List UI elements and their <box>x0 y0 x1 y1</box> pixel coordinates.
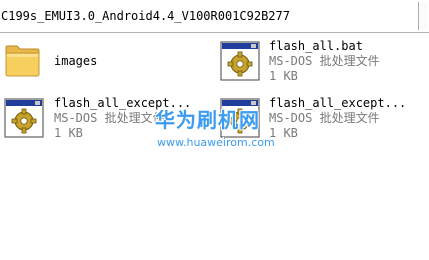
file-name: flash_all.bat <box>269 39 363 53</box>
batch-file-gear-icon <box>4 98 44 138</box>
batch-file-gear-icon <box>220 41 260 81</box>
file-name: flash_all_except... <box>54 96 192 110</box>
file-name: flash_all_except... <box>269 96 407 110</box>
file-type: MS-DOS 批处理文件 <box>269 54 380 68</box>
folder-icon <box>4 42 41 79</box>
file-item-images[interactable]: images <box>0 36 210 86</box>
file-item-flash-except-1[interactable]: flash_all_except... MS-DOS 批处理文件 1 KB <box>0 93 216 143</box>
address-bar[interactable]: C199s_EMUI3.0_Android4.4_V100R001C92B277 <box>0 0 429 33</box>
file-name: images <box>54 54 98 68</box>
file-size: 1 KB <box>269 126 298 140</box>
file-type: MS-DOS 批处理文件 <box>269 111 380 125</box>
batch-file-gear-icon <box>220 98 260 138</box>
file-item-flash-all[interactable]: flash_all.bat MS-DOS 批处理文件 1 KB <box>216 36 429 86</box>
file-size: 1 KB <box>269 69 298 83</box>
file-size: 1 KB <box>54 126 83 140</box>
address-path: C199s_EMUI3.0_Android4.4_V100R001C92B277 <box>1 9 290 23</box>
file-type: MS-DOS 批处理文件 <box>54 111 165 125</box>
address-bar-edge <box>418 2 428 30</box>
file-item-flash-except-2[interactable]: flash_all_except... MS-DOS 批处理文件 1 KB <box>216 93 429 143</box>
